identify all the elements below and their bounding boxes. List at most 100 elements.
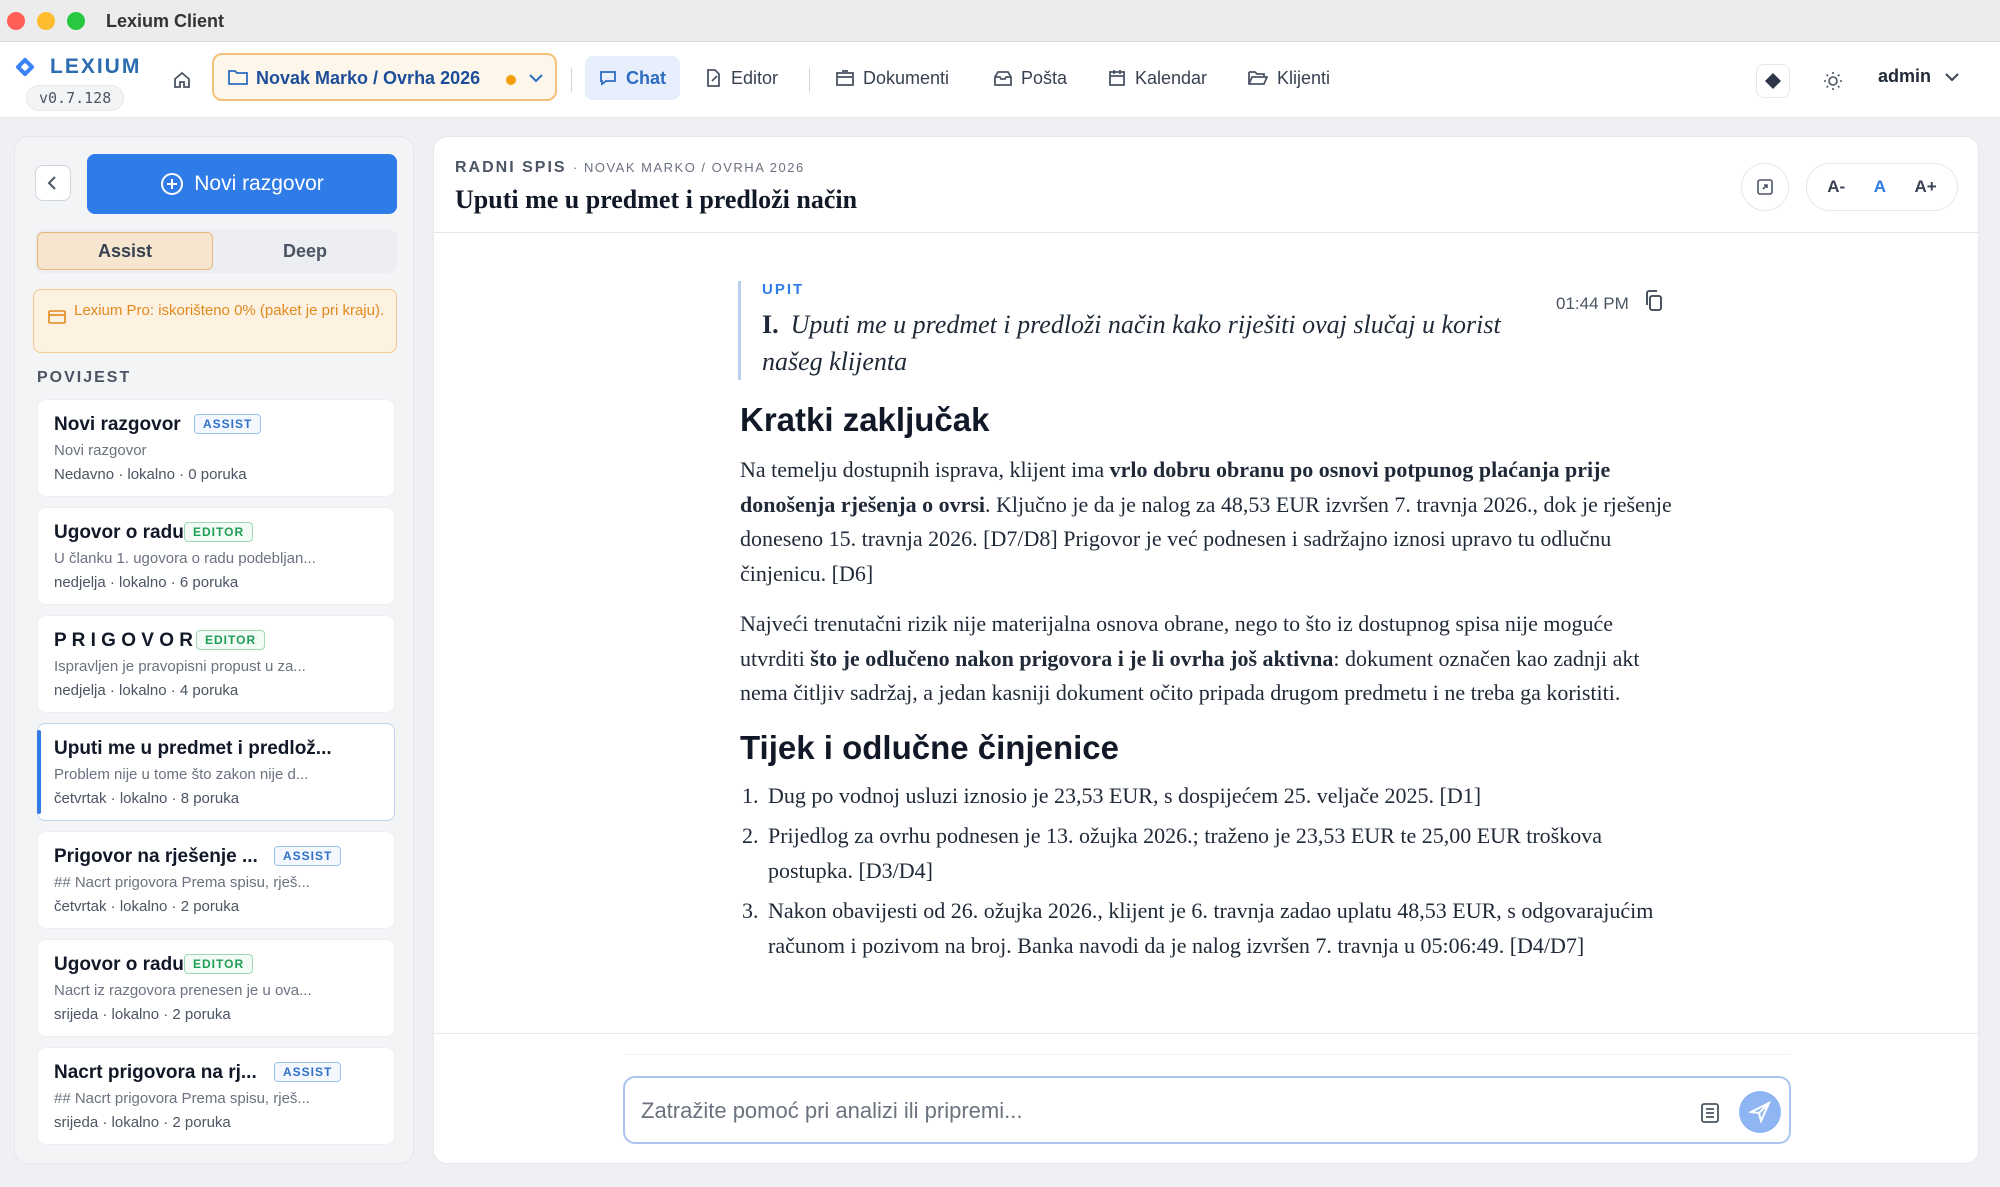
document-icon bbox=[1701, 1103, 1719, 1123]
workspace-label: RADNI SPIS bbox=[455, 159, 567, 176]
case-selector[interactable]: Novak Marko / Ovrha 2026 bbox=[212, 53, 557, 101]
tab-posta[interactable]: Pošta bbox=[980, 56, 1081, 100]
quota-text: Lexium Pro: iskorišteno 0% (paket je pri… bbox=[74, 302, 385, 319]
font-size-controls: A- A A+ bbox=[1806, 163, 1958, 211]
answer-heading: Kratki zaključak bbox=[740, 401, 990, 438]
list-item: Dug po vodnoj usluzi iznosio je 23,53 EU… bbox=[764, 779, 1676, 814]
version-badge: v0.7.128 bbox=[26, 85, 125, 111]
chevron-down-icon bbox=[1945, 72, 1959, 81]
answer-paragraph: Na temelju dostupnih isprava, klijent im… bbox=[740, 453, 1676, 591]
message-composer bbox=[623, 1076, 1791, 1144]
composer-area bbox=[434, 1033, 1978, 1163]
tab-editor-label: Editor bbox=[731, 67, 779, 88]
window-titlebar: Lexium Client bbox=[0, 0, 2000, 42]
history-item-meta: srijeda · lokalno · 2 poruka bbox=[54, 1114, 231, 1131]
chat-header: RADNI SPIS · NOVAK MARKO / OVRHA 2026 Up… bbox=[434, 137, 1978, 233]
brand-mode-button[interactable] bbox=[1756, 64, 1790, 98]
send-icon bbox=[1749, 1101, 1771, 1123]
message-thread[interactable]: UPIT I. Uputi me u predmet i predloži nač… bbox=[434, 233, 1978, 1033]
logo-diamond-icon bbox=[15, 57, 35, 77]
history-item-selected[interactable]: Uputi me u predmet i predlož... Problem … bbox=[37, 723, 395, 821]
diamond-icon bbox=[1765, 73, 1781, 89]
user-name: admin bbox=[1878, 66, 1932, 86]
font-decrease-button[interactable]: A- bbox=[1827, 177, 1845, 197]
history-item[interactable]: P R I G O V O R EDITOR Ispravljen je pra… bbox=[37, 615, 395, 713]
mode-badge: EDITOR bbox=[184, 522, 254, 542]
list-item: Nakon obavijesti od 26. ožujka 2026., kl… bbox=[764, 894, 1676, 963]
minimize-window-button[interactable] bbox=[37, 12, 55, 30]
window-title: Lexium Client bbox=[106, 11, 225, 31]
history-item[interactable]: Ugovor o radu EDITOR Nacrt iz razgovora … bbox=[37, 939, 395, 1037]
credit-card-icon bbox=[48, 310, 66, 324]
query-label: UPIT bbox=[762, 281, 805, 298]
nav-divider bbox=[571, 68, 572, 92]
tab-chat-label: Chat bbox=[626, 67, 666, 88]
tab-editor[interactable]: Editor bbox=[690, 56, 792, 100]
mode-toggle: Assist Deep bbox=[35, 229, 397, 273]
send-button[interactable] bbox=[1739, 1091, 1781, 1133]
tab-dokumenti[interactable]: Dokumenti bbox=[822, 56, 963, 100]
history-item[interactable]: Prigovor na rješenje ... ASSIST ## Nacrt… bbox=[37, 831, 395, 929]
expand-button[interactable] bbox=[1741, 163, 1789, 211]
attach-document-button[interactable] bbox=[1695, 1098, 1725, 1128]
user-menu[interactable]: admin bbox=[1878, 66, 1961, 87]
history-item-title: P R I G O V O R bbox=[54, 630, 194, 651]
tab-klijenti[interactable]: Klijenti bbox=[1234, 56, 1344, 100]
chat-title: Uputi me u predmet i predloži način bbox=[455, 185, 858, 214]
maximize-window-button[interactable] bbox=[67, 12, 85, 30]
history-item-meta: Nedavno · lokalno · 0 poruka bbox=[54, 466, 247, 483]
new-chat-label: Novi razgovor bbox=[194, 172, 324, 195]
text-run: Na temelju dostupnih isprava, klijent im… bbox=[740, 457, 1110, 482]
mode-deep-button[interactable]: Deep bbox=[217, 232, 393, 270]
unsaved-indicator bbox=[506, 75, 516, 85]
chat-subtitle: RADNI SPIS · NOVAK MARKO / OVRHA 2026 bbox=[455, 159, 805, 177]
brand-name: LEXIUM bbox=[50, 55, 142, 78]
history-item-preview: ## Nacrt prigovora Prema spisu, rješ... bbox=[54, 1090, 310, 1107]
query-number: I. bbox=[762, 310, 779, 339]
assistant-answer: Kratki zaključak Na temelju dostupnih is… bbox=[740, 401, 1676, 969]
plus-circle-icon bbox=[161, 173, 184, 195]
history-item-title: Ugovor o radu bbox=[54, 954, 184, 975]
collapse-sidebar-button[interactable] bbox=[35, 165, 71, 201]
chat-icon bbox=[600, 71, 616, 86]
font-reset-button[interactable]: A bbox=[1874, 177, 1886, 197]
copy-icon bbox=[1646, 290, 1662, 311]
history-item-meta: četvrtak · lokalno · 2 poruka bbox=[54, 898, 240, 915]
message-input[interactable] bbox=[641, 1092, 1641, 1130]
history-heading: POVIJEST bbox=[37, 369, 132, 386]
history-item-title: Uputi me u predmet i predlož... bbox=[54, 738, 332, 759]
close-window-button[interactable] bbox=[7, 12, 25, 30]
query-timestamp: 01:44 PM bbox=[1556, 294, 1629, 313]
home-button[interactable] bbox=[166, 64, 198, 96]
folder-open-icon bbox=[1248, 71, 1268, 85]
history-item-preview: Problem nije u tome što zakon nije d... bbox=[54, 766, 309, 783]
tab-kalendar-label: Kalendar bbox=[1135, 67, 1208, 88]
history-item[interactable]: Ugovor o radu EDITOR U članku 1. ugovora… bbox=[37, 507, 395, 605]
list-item: Prijedlog za ovrhu podnesen je 13. ožujk… bbox=[764, 819, 1676, 888]
user-query: UPIT I. Uputi me u predmet i predloži nač… bbox=[738, 281, 1578, 380]
tab-kalendar[interactable]: Kalendar bbox=[1094, 56, 1221, 100]
history-item-preview: Nacrt iz razgovora prenesen je u ova... bbox=[54, 982, 312, 999]
answer-heading: Tijek i odlučne činjenice bbox=[740, 728, 1120, 766]
home-icon bbox=[174, 71, 190, 88]
new-chat-button[interactable]: Novi razgovor bbox=[87, 154, 397, 214]
history-item-meta: četvrtak · lokalno · 8 poruka bbox=[54, 790, 240, 807]
tab-chat[interactable]: Chat bbox=[585, 56, 680, 100]
history-item-preview: Ispravljen je pravopisni propust u za... bbox=[54, 658, 306, 675]
font-increase-button[interactable]: A+ bbox=[1915, 177, 1937, 197]
mode-badge: EDITOR bbox=[196, 630, 266, 650]
history-item-preview: Novi razgovor bbox=[54, 442, 147, 459]
chevron-left-icon bbox=[47, 176, 56, 190]
history-item-preview: ## Nacrt prigovora Prema spisu, rješ... bbox=[54, 874, 310, 891]
history-item-meta: srijeda · lokalno · 2 poruka bbox=[54, 1006, 231, 1023]
mode-badge: ASSIST bbox=[194, 414, 262, 434]
query-body: Uputi me u predmet i predloži način kako… bbox=[762, 310, 1501, 376]
history-item-meta: nedjelja · lokalno · 6 poruka bbox=[54, 574, 239, 591]
history-item[interactable]: Novi razgovor ASSIST Novi razgovor Nedav… bbox=[37, 399, 395, 497]
mode-assist-button[interactable]: Assist bbox=[37, 232, 213, 270]
history-item[interactable]: Nacrt prigovora na rj... ASSIST ## Nacrt… bbox=[37, 1047, 395, 1145]
theme-toggle-button[interactable] bbox=[1818, 66, 1848, 96]
app-logo[interactable]: LEXIUM v0.7.128 bbox=[15, 50, 139, 111]
top-navigation: LEXIUM v0.7.128 Novak Marko / Ovrha 2026… bbox=[0, 42, 2000, 118]
copy-button[interactable] bbox=[1644, 290, 1664, 317]
